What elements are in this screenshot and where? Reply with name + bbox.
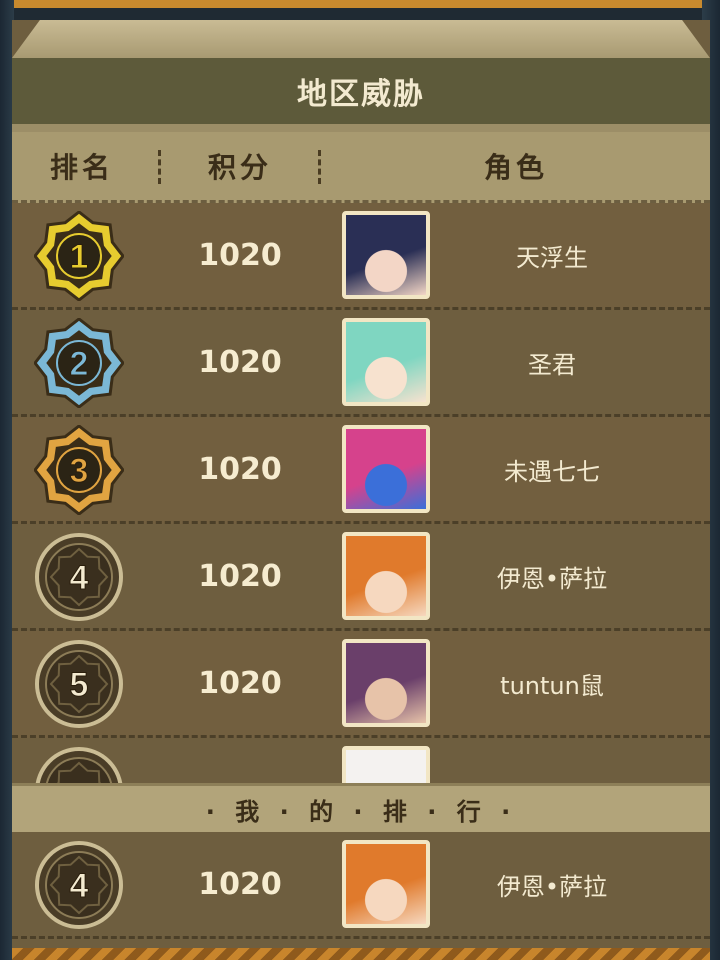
header-role: 角色 — [483, 151, 548, 184]
rank-number: 5 — [70, 666, 89, 704]
table-header: 排名 积分 角色 — [12, 132, 710, 203]
leaderboard-panel: 地区威胁 排名 积分 角色 1 1020 天浮生 2 1020 圣君 3 102… — [12, 20, 710, 960]
rank-number: 3 — [70, 452, 89, 490]
rank-number: 2 — [70, 345, 89, 383]
player-name: tuntun鼠 — [500, 671, 604, 700]
score-value: 1020 — [198, 866, 282, 902]
avatar — [342, 746, 430, 783]
player-name: 伊恩•萨拉 — [496, 872, 608, 901]
panel-bottom-trim — [12, 948, 710, 960]
player-name — [452, 738, 652, 783]
player-name: 伊恩•萨拉 — [496, 564, 608, 593]
rank-badge-icon — [35, 747, 123, 783]
score-value: 1020 — [198, 451, 282, 487]
rank-badge-icon: 4 — [35, 533, 123, 621]
rank-badge-icon: 3 — [34, 425, 124, 515]
top-accent-bar — [0, 0, 720, 8]
table-row[interactable]: 1 1020 天浮生 — [12, 203, 710, 310]
ranking-list[interactable]: 1 1020 天浮生 2 1020 圣君 3 1020 未遇七七 4 1020 … — [12, 203, 710, 783]
header-score: 积分 — [207, 151, 272, 184]
title-bar: 地区威胁 — [12, 58, 710, 127]
row-divider — [12, 936, 710, 945]
rank-badge-icon: 2 — [34, 318, 124, 408]
avatar — [342, 425, 430, 513]
panel-parchment-cap — [12, 20, 710, 58]
title-divider — [12, 124, 710, 132]
rank-badge-icon: 5 — [35, 640, 123, 728]
avatar — [342, 318, 430, 406]
score-value: 1020 — [198, 344, 282, 380]
rank-number: 4 — [70, 867, 89, 905]
header-rank: 排名 — [49, 151, 114, 184]
avatar — [342, 211, 430, 299]
player-name: 天浮生 — [516, 243, 588, 272]
score-value: 1020 — [198, 665, 282, 701]
score-value — [162, 738, 318, 783]
my-rank-bar: · 我 · 的 · 排 · 行 · — [12, 783, 710, 835]
panel-title: 地区威胁 — [297, 77, 425, 112]
rank-badge-icon: 1 — [34, 211, 124, 301]
player-name: 未遇七七 — [504, 457, 600, 486]
header-divider — [318, 150, 321, 184]
avatar — [342, 639, 430, 727]
avatar — [342, 840, 430, 928]
rank-number: 4 — [70, 559, 89, 597]
score-value: 1020 — [198, 558, 282, 594]
rank-badge-icon: 4 — [35, 841, 123, 929]
player-name: 圣君 — [528, 350, 576, 379]
table-row[interactable] — [12, 738, 710, 783]
table-row[interactable]: 4 1020 伊恩•萨拉 — [12, 524, 710, 631]
score-value: 1020 — [198, 237, 282, 273]
rank-number: 1 — [70, 238, 89, 276]
table-row[interactable]: 3 1020 未遇七七 — [12, 417, 710, 524]
table-row[interactable]: 2 1020 圣君 — [12, 310, 710, 417]
table-row[interactable]: 5 1020 tuntun鼠 — [12, 631, 710, 738]
avatar — [342, 532, 430, 620]
my-rank-row[interactable]: 4 1020 伊恩•萨拉 — [12, 832, 710, 936]
header-divider — [158, 150, 161, 184]
